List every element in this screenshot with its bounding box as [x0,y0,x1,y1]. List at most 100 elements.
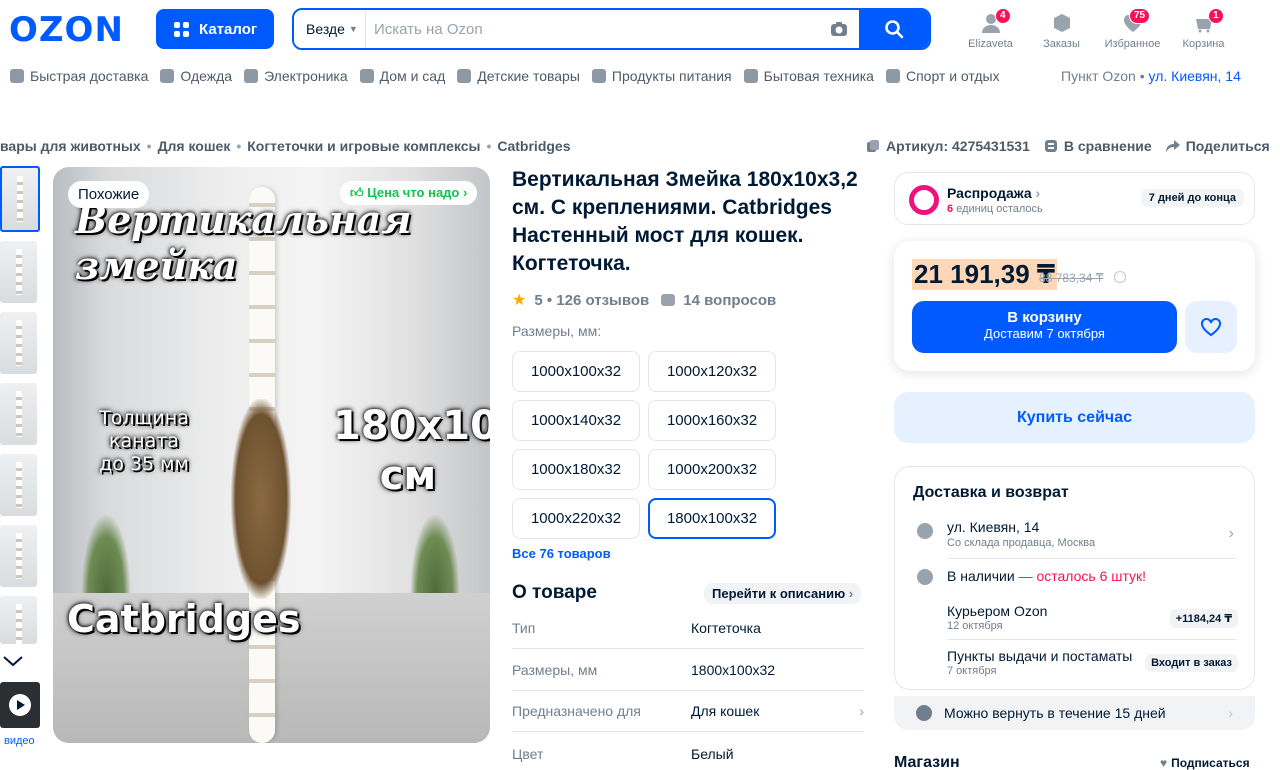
chevron-down-icon[interactable] [2,651,24,672]
image-overlay-thickness: Толщина каната до 35 мм [99,407,189,475]
video-label[interactable]: видео [4,735,35,747]
crumb-cats[interactable]: Для кошек [158,138,231,154]
spec-key: Тип [512,620,536,636]
crumb-brand[interactable]: Catbridges [497,138,570,154]
size-option[interactable]: 1000x220x32 [512,498,640,539]
sale-ring-icon [909,185,939,215]
return-policy-row[interactable]: Можно вернуть в течение 15 дней › [894,696,1255,730]
size-option[interactable]: 1000x180x32 [512,449,640,490]
size-option[interactable]: 1000x140x32 [512,400,640,441]
size-option[interactable]: 1000x200x32 [648,449,776,490]
size-option[interactable]: 1000x120x32 [648,351,776,392]
nav-food[interactable]: Продукты питания [591,66,732,86]
buy-now-button[interactable]: Купить сейчас [894,392,1255,443]
nav-fast-delivery[interactable]: Быстрая доставка [10,66,148,86]
good-price-badge[interactable]: 👍︎ Цена что надо › [340,181,478,205]
subscribe-button[interactable]: ♥ Подписаться [1160,756,1250,770]
cart-link[interactable]: 1 Корзина [1168,8,1239,50]
nav-label: Спорт и отдых [905,68,1000,84]
pickup-points-label: Пункты выдачи и постаматы [947,648,1133,664]
share-button[interactable]: Поделиться [1165,138,1270,154]
thumbnail[interactable] [0,454,37,516]
thumbnail[interactable] [0,383,37,445]
favorites-link[interactable]: 75 Избранное [1097,8,1168,50]
chevron-right-icon: › [1228,525,1234,542]
compare-button[interactable]: В сравнение [1044,138,1152,154]
nav-clothes[interactable]: Одежда [160,66,232,86]
delivery-address-row[interactable]: ул. Киевян, 14 Со склада продавца, Москв… [913,519,1238,551]
search-scope-label: Везде [306,21,345,37]
store-heading: Магазин [894,754,960,770]
search-button[interactable] [859,10,929,48]
pickup-points-row[interactable]: Пункты выдачи и постаматы 7 октября Вход… [913,648,1238,678]
nav-label: Одежда [180,68,233,84]
courier-row[interactable]: Курьером Ozon 12 октября +1184,24 ₸ [913,603,1238,633]
share-icon [1165,140,1180,152]
nav-sport[interactable]: Спорт и отдых [885,66,1000,86]
crumb-scratchers[interactable]: Когтеточки и игровые комплексы [247,138,480,154]
goto-description-button[interactable]: Перейти к описанию › [704,583,862,604]
sale-banner[interactable]: Распродажа › 6 единиц осталось 7 дней до… [894,172,1255,225]
add-to-cart-sublabel: Доставим 7 октября [984,326,1105,341]
location-pin-icon [917,523,933,539]
thumbnail[interactable] [0,596,37,644]
nav-home-garden[interactable]: Дом и сад [359,66,445,86]
nav-kids[interactable]: Детские товары [457,66,580,86]
add-to-cart-button[interactable]: В корзину Доставим 7 октября [912,301,1177,353]
product-main-image[interactable]: Вертикальная змейка Толщина каната до 35 мм… [53,167,490,743]
favorite-button[interactable] [1185,301,1237,353]
chevron-down-icon: ▼ [348,24,358,34]
sizes-label: Размеры, мм: [512,323,602,339]
nav-appliances[interactable]: Бытовая техника [743,66,874,86]
basket-icon [591,69,606,83]
crumb-pets[interactable]: вары для животных [0,138,141,154]
info-icon[interactable] [1114,271,1126,283]
search-input[interactable] [366,10,819,48]
camera-icon[interactable] [819,21,859,37]
star-icon: ★ [512,292,527,309]
subscribe-label: Подписаться [1171,756,1250,770]
search-bar: Везде ▼ [292,8,931,50]
spec-value: Когтеточка [691,620,761,636]
product-title: Вертикальная Змейка 180х10х3,2 см. С кре… [512,168,858,275]
courier-price: +1184,24 ₸ [1169,609,1238,628]
profile-link[interactable]: 4 Elizaveta [955,8,1026,50]
truck-icon [10,69,24,83]
orders-link[interactable]: Заказы [1026,8,1097,50]
article-copy[interactable]: Артикул: 4275431531 [866,138,1030,154]
size-options: 1000x100x32 1000x120x32 1000x140x32 1000… [512,351,787,539]
size-option[interactable]: 1000x100x32 [512,351,640,392]
thumbnail[interactable] [0,241,37,303]
pickup-address[interactable]: ул. Киевян, 14 [1149,68,1241,84]
thumbnail[interactable] [0,166,40,232]
rating-reviews[interactable]: 5 • 126 отзывов [534,292,649,309]
thumbnail[interactable] [0,312,37,374]
search-scope-select[interactable]: Везде ▼ [294,10,366,48]
chevron-right-icon: › [859,703,864,719]
ozon-logo[interactable]: OZON [9,10,124,50]
pickup-point[interactable]: Пункт Ozon • ул. Киевян, 14 [1061,68,1241,84]
video-thumbnail[interactable] [0,682,40,728]
appliance-icon [743,69,758,83]
size-option[interactable]: 1000x160x32 [648,400,776,441]
questions-link[interactable]: 14 вопросов [683,292,776,309]
nav-label: Бытовая техника [763,68,874,84]
about-heading: О товаре [512,582,597,603]
pickup-points-date: 7 октября [947,665,997,677]
pickup-label: Пункт Ozon • [1061,68,1145,84]
all-products-link[interactable]: Все 76 товаров [512,546,611,561]
thumbnail[interactable] [0,525,37,587]
sale-stock: 6 единиц осталось [947,203,1043,215]
spec-row[interactable]: Предназначено для Для кошек › [512,691,864,732]
spec-value: Белый [691,745,734,762]
nav-electronics[interactable]: Электроника [244,66,348,86]
favorites-badge: 75 [1129,8,1151,24]
cart-label: Корзина [1182,38,1225,50]
spec-row: Цвет Белый [512,733,864,770]
similar-button[interactable]: Похожие [68,181,150,208]
sale-title: Распродажа › [947,185,1041,201]
size-option-selected[interactable]: 1800x100x32 [648,498,776,539]
catalog-button[interactable]: Каталог [156,9,274,49]
image-overlay-title: Вертикальная змейка [75,197,412,288]
crumb-separator: • [486,138,492,154]
